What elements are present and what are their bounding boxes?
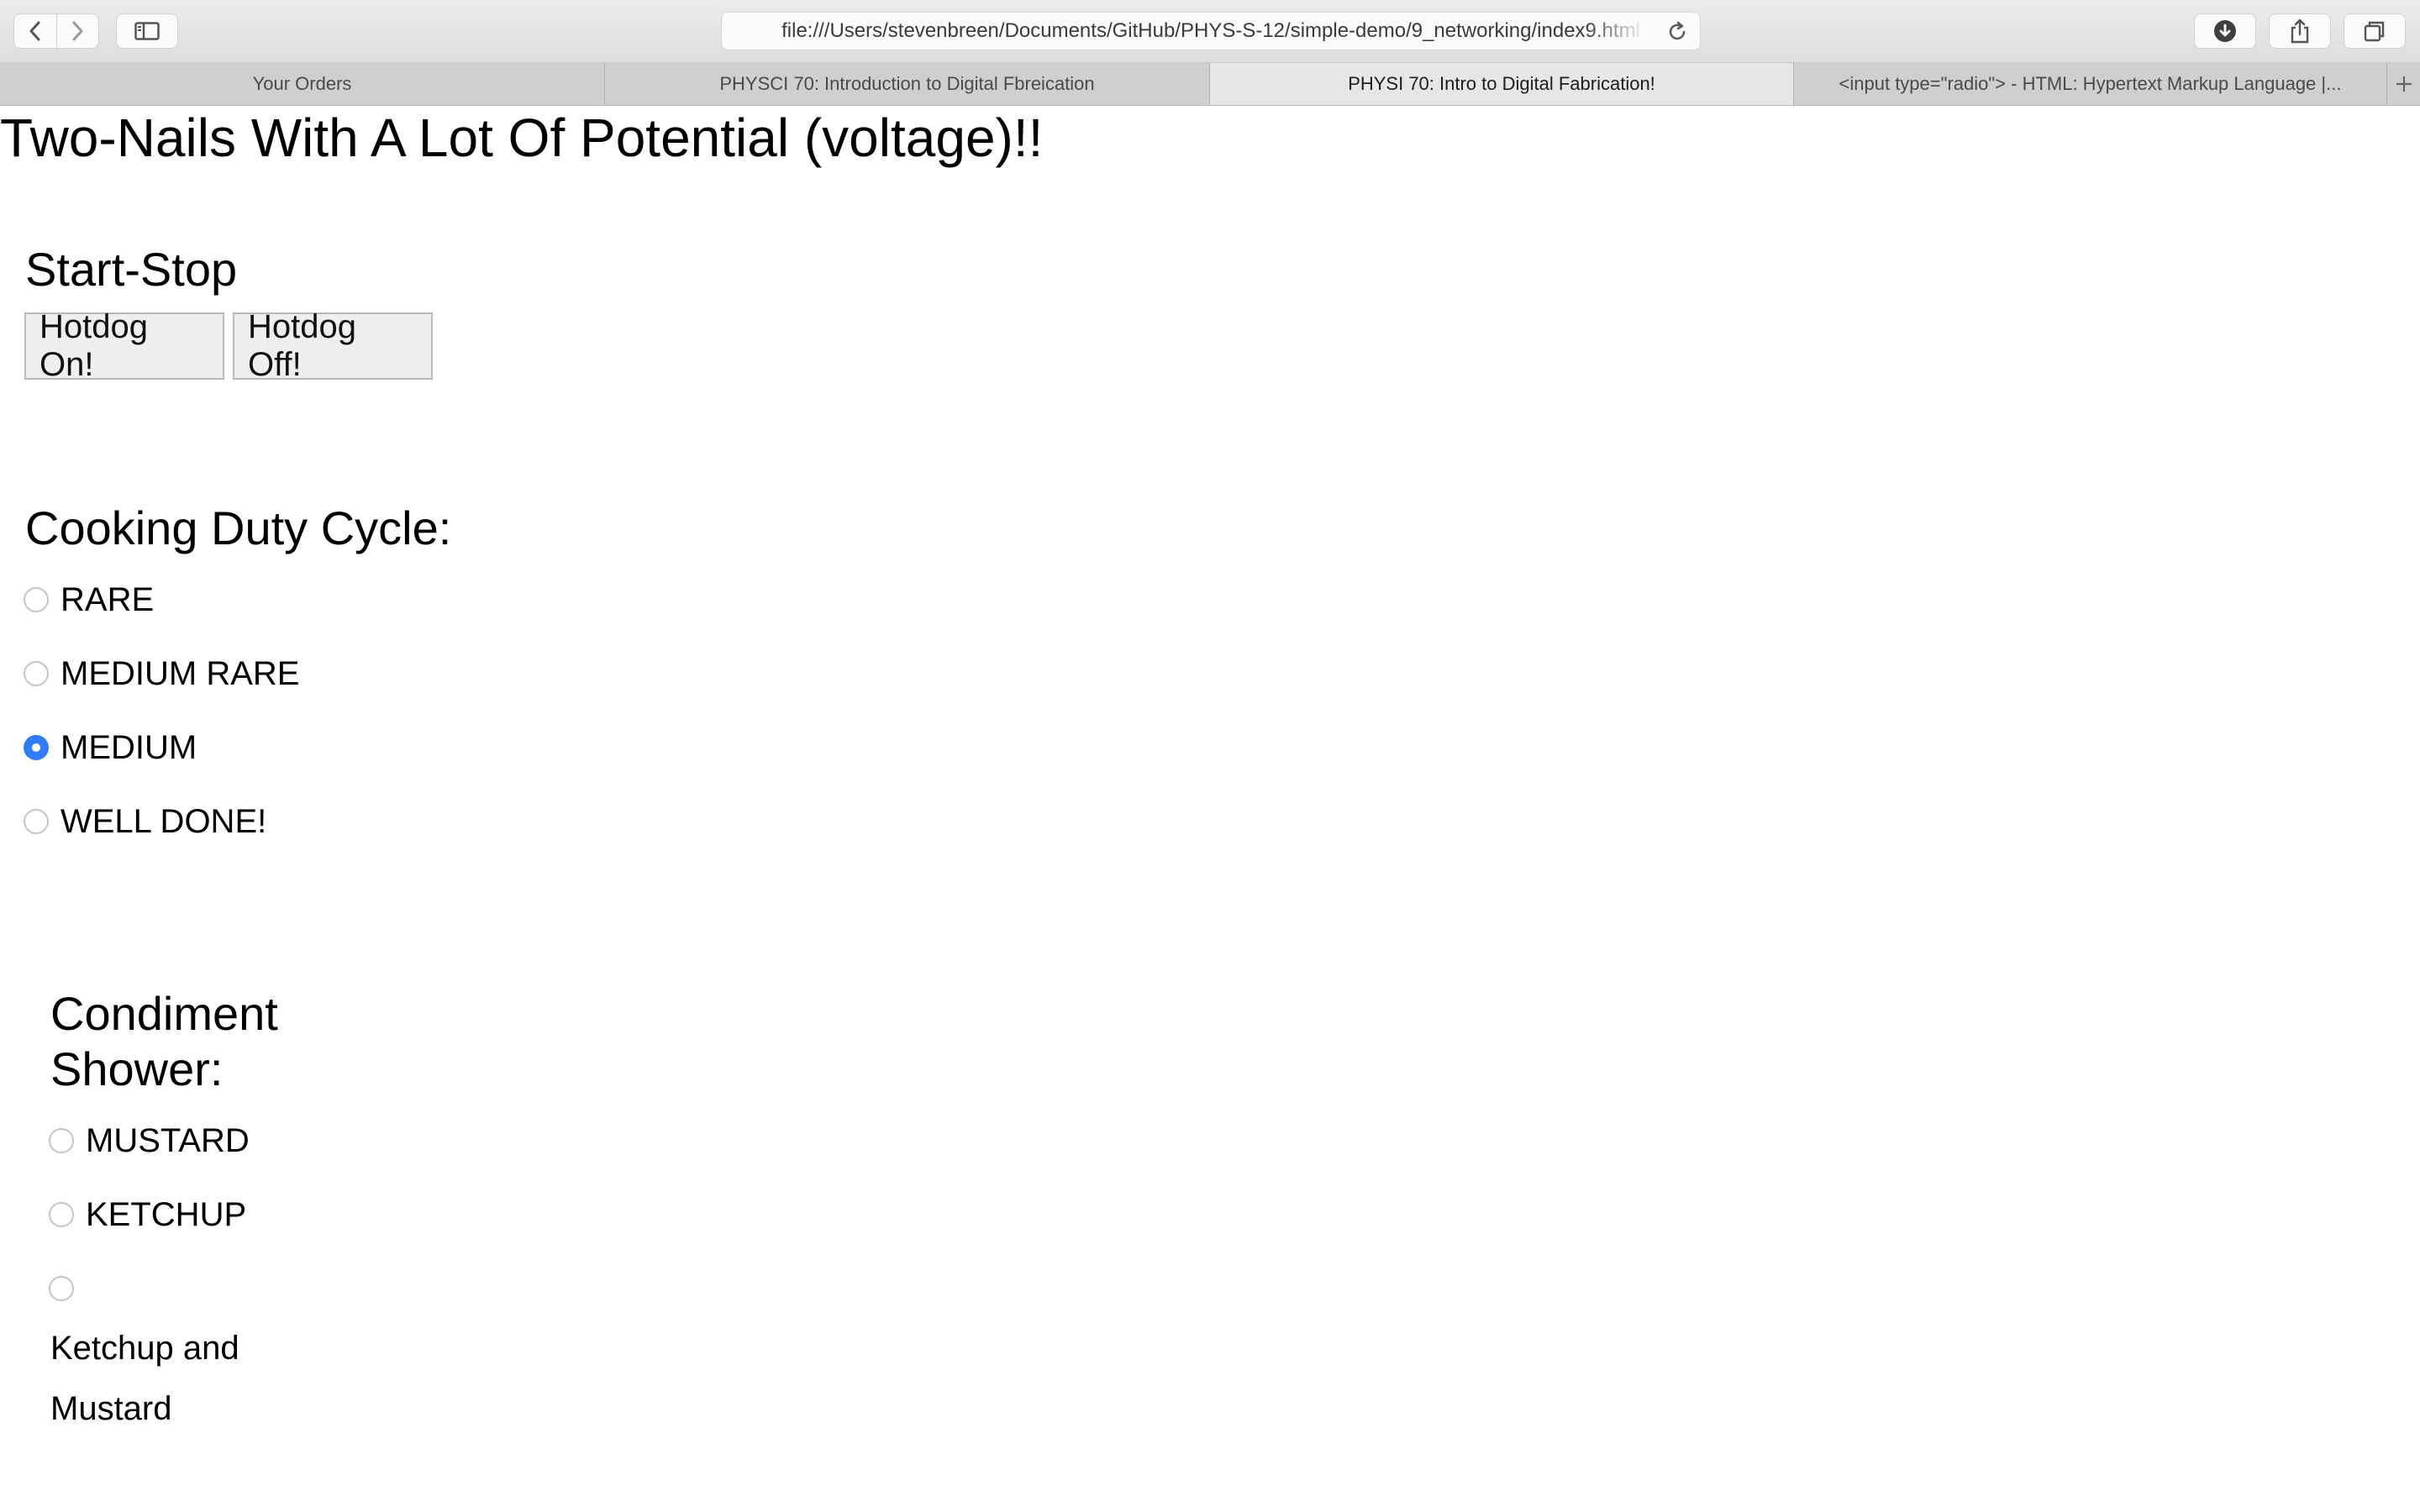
hotdog-on-button[interactable]: Hotdog On! [24,308,224,383]
reload-icon[interactable] [1666,21,1688,43]
radio-label: RARE [60,580,155,618]
radio-mustard[interactable] [49,1128,74,1153]
radio-label: MEDIUM [60,728,197,766]
condiment-heading-line2: Shower: [50,1042,224,1095]
downloads-button[interactable] [2194,13,2256,49]
radio-medium-rare[interactable] [24,661,49,686]
tab-physi-70-active[interactable]: PHYSI 70: Intro to Digital Fabrication! [1210,63,1794,105]
condiment-heading: Condiment Shower: [50,986,278,1097]
condiment-option-both[interactable] [49,1263,74,1314]
tab-mdn-input-radio[interactable]: <input type="radio"> - HTML: Hypertext M… [1794,63,2387,105]
label-line2: Mustard [50,1390,172,1427]
radio-label: KETCHUP [86,1195,247,1233]
condiment-heading-line1: Condiment [50,987,278,1040]
address-bar[interactable]: file:///Users/stevenbreen/Documents/GitH… [721,12,1701,50]
sidebar-icon [134,22,160,40]
duty-option-well-done[interactable]: WELL DONE! [24,796,266,847]
tab-physci-70-intro[interactable]: PHYSCI 70: Introduction to Digital Fbrei… [605,63,1210,105]
duty-cycle-heading: Cooking Duty Cycle: [25,501,452,554]
radio-well-done[interactable] [24,809,49,834]
chevron-left-icon [29,21,40,41]
radio-label: MUSTARD [86,1121,250,1159]
radio-label: MEDIUM RARE [60,654,300,692]
duty-option-medium[interactable]: MEDIUM [24,722,197,773]
url-text[interactable]: file:///Users/stevenbreen/Documents/GitH… [776,13,1646,50]
radio-rare[interactable] [24,587,49,612]
radio-medium[interactable] [24,735,49,760]
duty-option-rare[interactable]: RARE [24,575,154,625]
share-button[interactable] [2269,13,2331,49]
back-button[interactable] [14,14,56,48]
page-title: Two-Nails With A Lot Of Potential (volta… [0,108,1044,168]
forward-button[interactable] [56,14,98,48]
browser-toolbar: file:///Users/stevenbreen/Documents/GitH… [0,0,2420,63]
history-nav [13,13,99,49]
radio-label: WELL DONE! [60,802,267,840]
tab-overview-button[interactable] [2344,13,2406,49]
page-content: Two-Nails With A Lot Of Potential (volta… [0,106,2420,1512]
start-stop-heading: Start-Stop [25,243,238,296]
condiment-option-mustard[interactable]: MUSTARD [49,1116,250,1166]
radio-ketchup-and-mustard[interactable] [49,1276,74,1301]
ketchup-and-mustard-label: Ketchup and Mustard [50,1318,239,1439]
chevron-right-icon [72,21,83,41]
radio-ketchup[interactable] [49,1202,74,1227]
condiment-option-ketchup[interactable]: KETCHUP [49,1189,246,1240]
download-icon [2214,20,2236,42]
tab-your-orders[interactable]: Your Orders [0,63,605,105]
tabs-overview-icon [2364,21,2385,42]
sidebar-button[interactable] [116,13,178,49]
new-tab-button[interactable] [2387,63,2420,105]
label-line1: Ketchup and [50,1330,239,1367]
share-icon [2291,18,2309,44]
hotdog-off-button[interactable]: Hotdog Off! [233,308,433,383]
duty-option-medium-rare[interactable]: MEDIUM RARE [24,648,299,699]
plus-icon [2396,76,2412,92]
tab-bar: Your Orders PHYSCI 70: Introduction to D… [0,63,2420,106]
